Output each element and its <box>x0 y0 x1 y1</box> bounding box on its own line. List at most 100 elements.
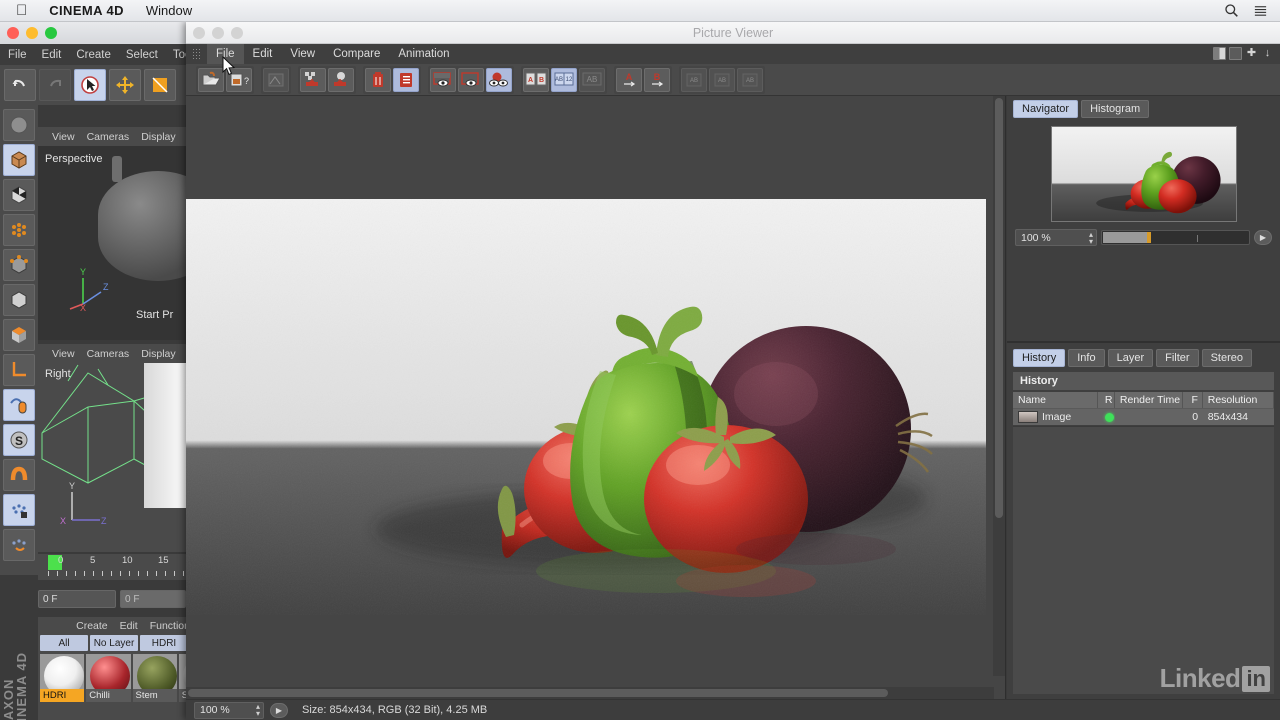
navigator-zoom-slider[interactable] <box>1101 230 1250 245</box>
layout-split-icon[interactable] <box>1213 47 1226 60</box>
viewport2-menu-view[interactable]: View <box>52 348 75 360</box>
tab-layer[interactable]: Layer <box>1107 349 1154 367</box>
undo-icon[interactable] <box>4 69 36 101</box>
window-menu[interactable]: Window <box>146 3 192 18</box>
axis-mode-icon[interactable] <box>3 354 35 386</box>
layer-a-icon[interactable]: AB <box>681 67 707 92</box>
workplane-lock-icon[interactable] <box>3 494 35 526</box>
apple-logo-icon[interactable]:  <box>16 3 27 18</box>
history-empty-area[interactable] <box>1013 426 1274 694</box>
tab-info[interactable]: Info <box>1068 349 1105 367</box>
current-frame-field[interactable]: 0 F <box>38 590 116 608</box>
tab-history[interactable]: History <box>1013 349 1066 367</box>
mm-menu-create[interactable]: Create <box>76 620 108 632</box>
column-header-render-time[interactable]: Render Time <box>1115 392 1183 408</box>
c4d-menu-edit[interactable]: Edit <box>42 49 62 61</box>
viewer-horizontal-scrollbar[interactable] <box>186 687 994 699</box>
set-a-icon[interactable]: A <box>616 67 642 92</box>
object-mode-icon[interactable] <box>3 144 35 176</box>
zoom-slider-handle[interactable] <box>1147 232 1151 243</box>
render-region-icon[interactable] <box>328 67 354 92</box>
show-border-icon[interactable] <box>458 67 484 92</box>
viewport-menu-display[interactable]: Display <box>141 131 175 143</box>
texture-mode-icon[interactable] <box>3 179 35 211</box>
layout-down-icon[interactable]: ↓ <box>1261 47 1274 60</box>
image-viewer-pane[interactable] <box>186 96 1006 699</box>
snap-icon[interactable]: S <box>3 424 35 456</box>
preview-frame-field[interactable]: 0 F <box>120 590 186 608</box>
viewer-vertical-scrollbar[interactable] <box>993 96 1005 676</box>
column-header-name[interactable]: Name <box>1013 392 1099 408</box>
compare-split-icon[interactable]: AB 12 <box>551 67 577 92</box>
tab-histogram[interactable]: Histogram <box>1081 100 1150 118</box>
pv-menu-animation[interactable]: Animation <box>389 44 458 64</box>
c4d-menu-create[interactable]: Create <box>76 49 111 61</box>
horizontal-scroll-thumb[interactable] <box>188 689 888 697</box>
pv-menu-edit[interactable]: Edit <box>244 44 282 64</box>
panel-grip-icon[interactable] <box>58 620 60 632</box>
workplane-icon[interactable] <box>3 529 35 561</box>
ram-player-icon[interactable] <box>393 67 419 92</box>
compare-ab-icon[interactable]: AB <box>523 67 549 92</box>
scale-tool-icon[interactable] <box>144 69 176 101</box>
right-viewport[interactable]: View Cameras Display Y Z X Right <box>38 344 190 552</box>
mm-menu-edit[interactable]: Edit <box>120 620 138 632</box>
redo-icon[interactable] <box>39 69 71 101</box>
material-item[interactable]: Stem <box>132 654 177 702</box>
close-button[interactable] <box>7 27 19 39</box>
pv-menu-compare[interactable]: Compare <box>324 44 389 64</box>
maximize-button[interactable] <box>45 27 57 39</box>
mm-menu-function[interactable]: Function <box>150 620 190 632</box>
status-zoom-stepper-icon[interactable]: ▴ ▾ <box>256 703 260 718</box>
polygons-mode-icon[interactable] <box>3 284 35 316</box>
column-header-f[interactable]: F <box>1183 392 1203 408</box>
status-zoom-field[interactable]: 100 % ▴ ▾ <box>194 701 264 719</box>
search-icon[interactable] <box>1224 3 1239 18</box>
layout-center-icon[interactable] <box>1229 47 1242 60</box>
navigator-thumbnail[interactable] <box>1050 126 1237 222</box>
material-item[interactable]: HDRI <box>40 654 85 702</box>
tab-filter[interactable]: Filter <box>1156 349 1199 367</box>
enable-axis-icon[interactable] <box>3 389 35 421</box>
send-to-render-icon[interactable] <box>300 67 326 92</box>
navigator-play-button[interactable]: ▶ <box>1254 230 1272 245</box>
clear-ram-icon[interactable] <box>365 67 391 92</box>
table-row[interactable]: Image 0 854x434 <box>1013 408 1274 425</box>
viewport-menu-view[interactable]: View <box>52 131 75 143</box>
open-image-icon[interactable] <box>198 67 224 92</box>
viewport2-menu-display[interactable]: Display <box>141 348 175 360</box>
edges-mode-icon[interactable] <box>3 249 35 281</box>
points-mode-icon[interactable] <box>3 214 35 246</box>
layer-tab-hdri[interactable]: HDRI <box>140 635 188 651</box>
column-header-resolution[interactable]: Resolution <box>1203 392 1274 408</box>
viewport2-menu-cameras[interactable]: Cameras <box>87 348 130 360</box>
model-mode-icon[interactable] <box>3 319 35 351</box>
select-tool-icon[interactable] <box>74 69 106 101</box>
filter-icon[interactable] <box>263 67 289 92</box>
vertical-scroll-thumb[interactable] <box>995 98 1003 518</box>
minimize-button[interactable] <box>26 27 38 39</box>
show-color-icon[interactable] <box>486 67 512 92</box>
perspective-viewport[interactable]: View Cameras Display Y Z X Perspective S… <box>38 127 190 340</box>
status-play-button[interactable]: ▶ <box>270 702 288 718</box>
layer-b-icon[interactable]: AB <box>709 67 735 92</box>
picture-viewer-title-bar[interactable]: Picture Viewer <box>186 22 1280 44</box>
navigator-zoom-field[interactable]: 100 % ▴ ▾ <box>1015 229 1097 246</box>
zoom-stepper-icon[interactable]: ▴ ▾ <box>1089 230 1093 245</box>
show-single-image-icon[interactable] <box>430 67 456 92</box>
viewport-menu-cameras[interactable]: Cameras <box>87 131 130 143</box>
column-header-r[interactable]: R <box>1098 392 1115 408</box>
magnet-icon[interactable] <box>3 459 35 491</box>
make-editable-icon[interactable] <box>3 109 35 141</box>
tab-stereo[interactable]: Stereo <box>1201 349 1252 367</box>
layer-tab-all[interactable]: All <box>40 635 88 651</box>
timeline-ruler[interactable]: 0 5 10 15 <box>38 554 190 580</box>
app-name-menu[interactable]: CINEMA 4D <box>49 3 124 18</box>
list-icon[interactable] <box>1253 3 1268 18</box>
layout-move-icon[interactable]: ✚ <box>1245 47 1258 60</box>
rendered-image[interactable] <box>186 199 986 615</box>
menu-grip-icon[interactable] <box>192 48 202 60</box>
c4d-menu-select[interactable]: Select <box>126 49 158 61</box>
layer-tab-no-layer[interactable]: No Layer <box>90 635 138 651</box>
tab-navigator[interactable]: Navigator <box>1013 100 1079 118</box>
